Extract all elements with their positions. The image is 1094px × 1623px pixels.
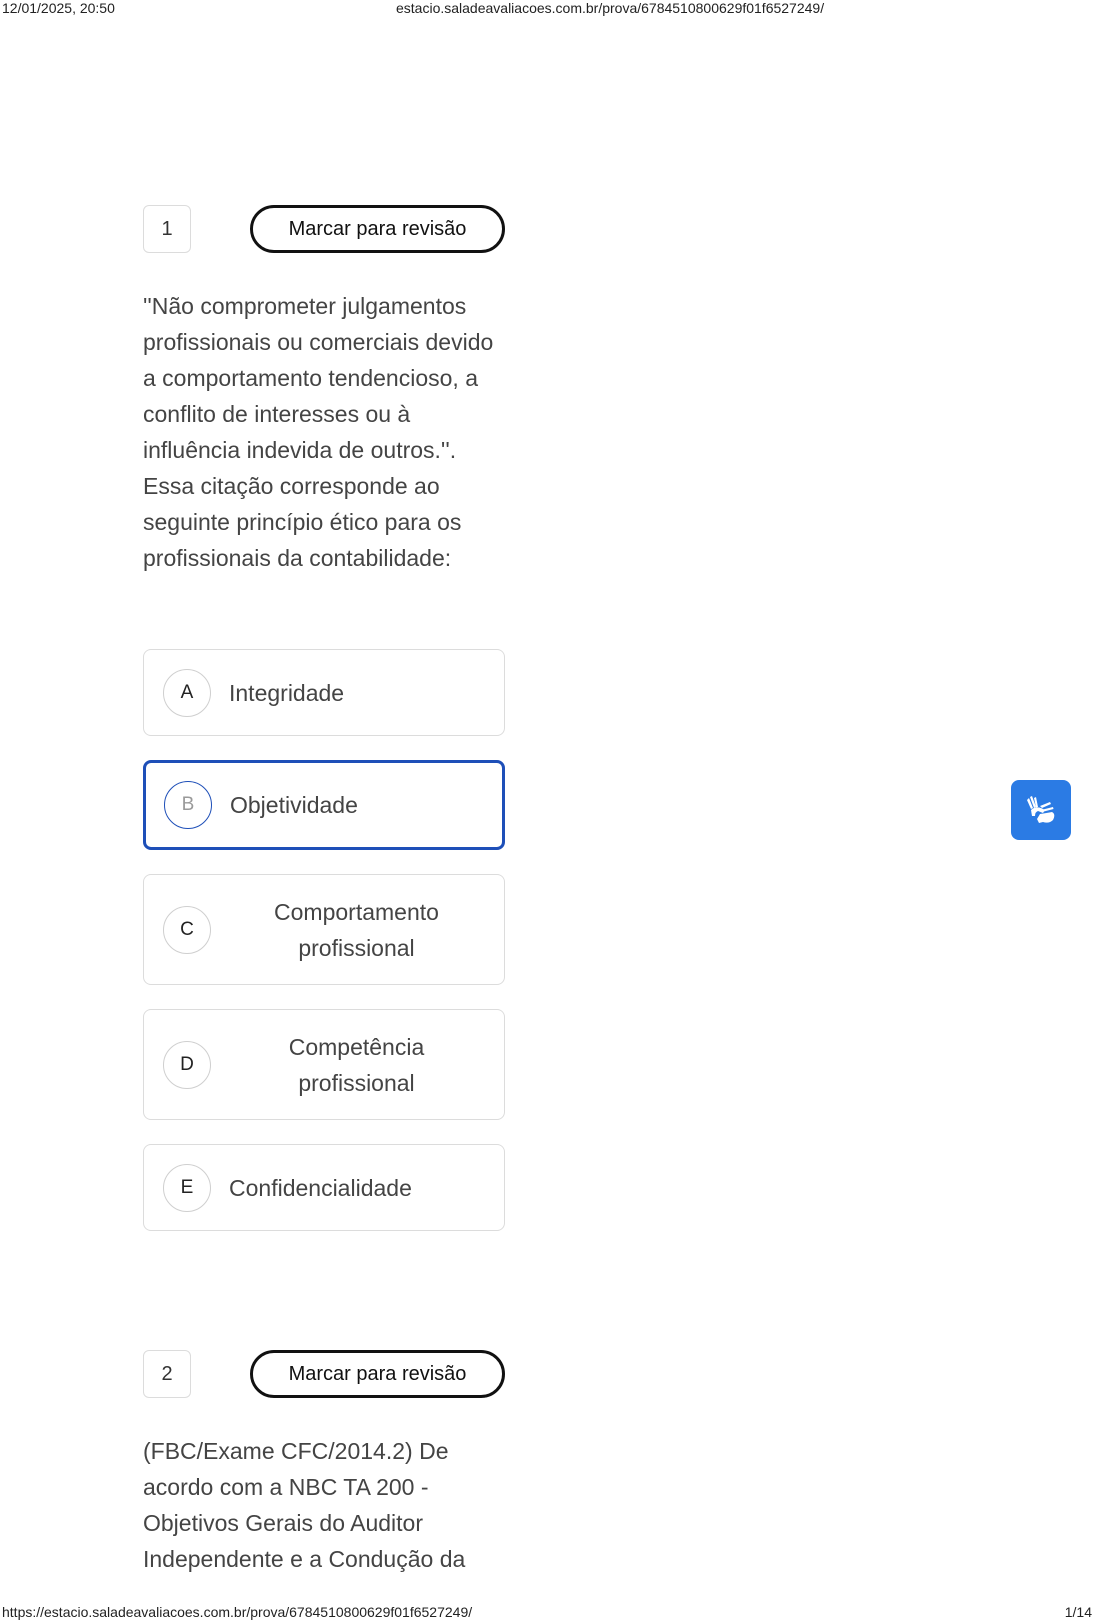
question-text: (FBC/Exame CFC/2014.2) De acordo com a N… — [143, 1438, 466, 1572]
option-b[interactable]: B Objetividade — [143, 760, 505, 850]
question-number: 2 — [143, 1350, 191, 1398]
option-label: Integridade — [229, 679, 345, 706]
mark-for-review-button[interactable]: Marcar para revisão — [250, 1350, 505, 1398]
option-letter: C — [163, 905, 211, 954]
option-letter: A — [163, 668, 211, 717]
option-letter: E — [163, 1163, 211, 1212]
option-label: Comportamento profissional — [274, 898, 439, 961]
sign-language-icon — [1027, 796, 1055, 823]
mark-for-review-button[interactable]: Marcar para revisão — [250, 205, 505, 253]
option-letter: B — [164, 781, 212, 829]
question-number: 1 — [143, 205, 191, 253]
print-url: estacio.saladeavaliacoes.com.br/prova/67… — [396, 0, 825, 16]
option-letter: D — [163, 1040, 211, 1089]
option-d[interactable]: D Competência profissional — [143, 1009, 505, 1120]
option-c[interactable]: C Comportamento profissional — [143, 874, 505, 985]
question-text: ''Não comprometer julgamentos profission… — [143, 293, 494, 571]
option-e[interactable]: E Confidencialidade — [143, 1144, 505, 1231]
accessibility-button[interactable] — [1011, 780, 1071, 840]
option-label: Competência profissional — [288, 1033, 425, 1096]
option-a[interactable]: A Integridade — [143, 649, 505, 736]
print-page-number: 1/14 — [1064, 1604, 1092, 1620]
option-label: Objetividade — [230, 792, 358, 818]
print-footer-url: https://estacio.saladeavaliacoes.com.br/… — [2, 1604, 473, 1620]
option-label: Confidencialidade — [229, 1174, 412, 1201]
print-datetime: 12/01/2025, 20:50 — [2, 0, 115, 16]
